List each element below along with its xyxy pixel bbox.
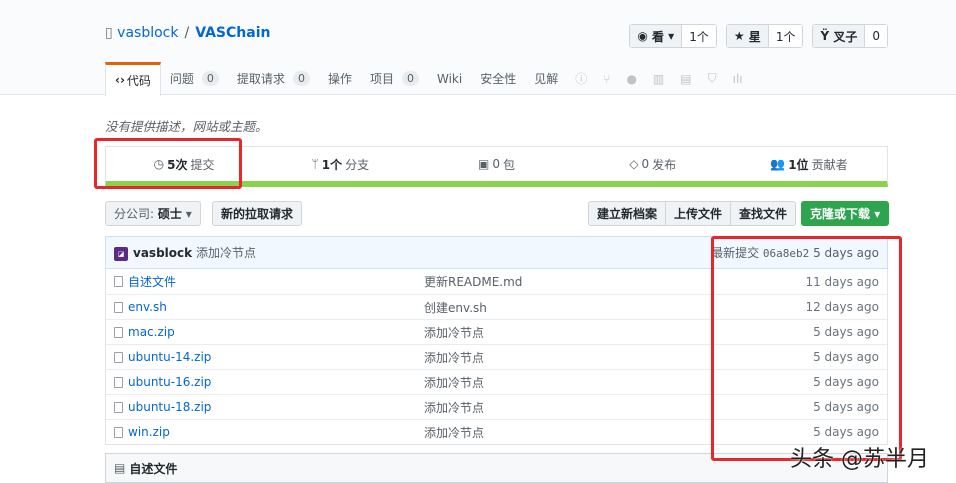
repo-link[interactable]: VASChain [195,25,270,41]
commit-message[interactable]: 添加冷节点 [196,246,256,260]
tab-label: 操作 [327,72,352,86]
count: 0 [641,157,650,171]
tab-label: 提取请求 [236,72,285,86]
branch-value: 硕士 [157,207,182,221]
tab-projects[interactable]: 项目 0 [361,62,428,95]
tab-label: Wiki [436,71,463,86]
file-name[interactable]: env.sh [128,300,167,314]
branch-icon: ᛘ [311,157,319,171]
people-icon: 👥 [770,157,786,171]
owner-link[interactable]: vasblock [117,25,178,41]
file-icon [114,301,123,313]
packages-link[interactable]: ▣ 0 包 [418,147,574,181]
tab-label: 问题 [169,72,194,86]
watch-button[interactable]: ◉ 看 ▾ 1个 [629,24,717,48]
file-name[interactable]: 自述文件 [128,273,176,290]
annotation-box [94,138,242,189]
fork-button[interactable]: Ÿ 叉子 0 [812,24,888,48]
tab-label: 项目 [369,72,394,86]
contributors-link[interactable]: 👥 1位 贡献者 [731,147,887,181]
label: 发布 [652,157,677,172]
fork-count[interactable]: 0 [865,25,887,47]
file-icon [114,401,123,413]
label: 贡献者 [811,157,848,172]
annotation-box [711,236,902,461]
count: 1个 [321,157,343,172]
counter: 0 [292,71,310,86]
file-icon [114,351,123,363]
tag-icon: ◇ [629,157,639,171]
tab-actions[interactable]: 操作 [319,62,361,95]
file-name[interactable]: ubuntu-16.zip [128,375,211,389]
tab-security[interactable]: 安全性 [471,62,525,95]
releases-link[interactable]: ◇ 0 发布 [575,147,731,181]
file-icon [114,326,123,338]
file-name[interactable]: ubuntu-14.zip [128,350,211,364]
tab-label: 安全性 [480,72,517,86]
counter: 0 [401,71,419,86]
code-icon: ‹› [115,73,125,87]
file-name[interactable]: win.zip [128,425,170,439]
tab-pull-requests[interactable]: 提取请求 0 [228,62,319,95]
star-count[interactable]: 1个 [768,25,803,47]
repo-icon: ▯ [105,25,113,41]
avatar: ◪ [114,246,128,261]
count: 1位 [788,157,809,172]
clone-label: 克隆或下载 [810,207,871,221]
watch-count[interactable]: 1个 [682,25,716,47]
counter: 0 [201,71,219,86]
star-label: 星 [748,29,761,44]
info-icon[interactable]: ⓘ [567,62,595,95]
project-icon[interactable]: ▥ [645,62,672,95]
commit-author[interactable]: vasblock [133,246,192,260]
tab-insights[interactable]: 见解 [525,62,567,95]
pull-request-icon[interactable]: ⑂ [595,62,618,95]
play-icon[interactable]: ● [618,62,644,95]
star-button[interactable]: ★ 星 1个 [725,24,804,48]
new-pull-request-button[interactable]: 新的拉取请求 [212,201,303,226]
file-icon [114,376,123,388]
create-file-button[interactable]: 建立新档案 [589,202,667,225]
book-icon: ▤ [114,461,126,475]
find-file-button[interactable]: 查找文件 [731,202,795,225]
star-icon: ★ [733,29,745,43]
file-icon [114,426,123,438]
count: 0 [492,157,500,171]
file-icon [114,276,123,287]
fork-label: 叉子 [833,29,858,44]
branch-select[interactable]: 分公司: 硕士 ▾ [105,201,201,226]
branches-link[interactable]: ᛘ 1个 分支 [262,147,418,181]
separator: / [184,25,190,41]
tab-code[interactable]: ‹› 代码 [105,61,161,96]
file-name[interactable]: ubuntu-18.zip [128,400,211,414]
watch-label: 看 [651,29,664,44]
fork-icon: Ÿ [820,29,830,43]
clone-button[interactable]: 克隆或下载 ▾ [801,201,890,226]
file-name[interactable]: mac.zip [128,325,175,339]
eye-icon: ◉ [637,29,648,43]
repo-header: ▯ vasblock / VASChain ◉ 看 ▾ 1个 ★ 星 1个 Ÿ 叉子 0 … [0,0,956,96]
readme-title: 自述文件 [129,461,178,476]
tab-label: 代码 [126,73,151,88]
shield-icon[interactable]: ⛉ [700,62,725,95]
label: 分支 [345,157,370,172]
watermark: 头条 @苏半月 [790,447,929,472]
branch-label: 分公司: [114,207,155,221]
graph-icon[interactable]: ılı [725,62,751,95]
label: 包 [502,157,515,172]
book-icon[interactable]: ▤ [672,62,699,95]
tab-issues[interactable]: 问题 0 [161,62,228,95]
repo-title: ▯ vasblock / VASChain [105,25,270,41]
tab-label: 见解 [534,72,559,86]
upload-files-button[interactable]: 上传文件 [666,202,732,225]
tab-wiki[interactable]: Wiki [428,62,471,95]
repo-description: 没有提供描述，网站或主题。 [105,119,268,134]
package-icon: ▣ [478,157,490,171]
